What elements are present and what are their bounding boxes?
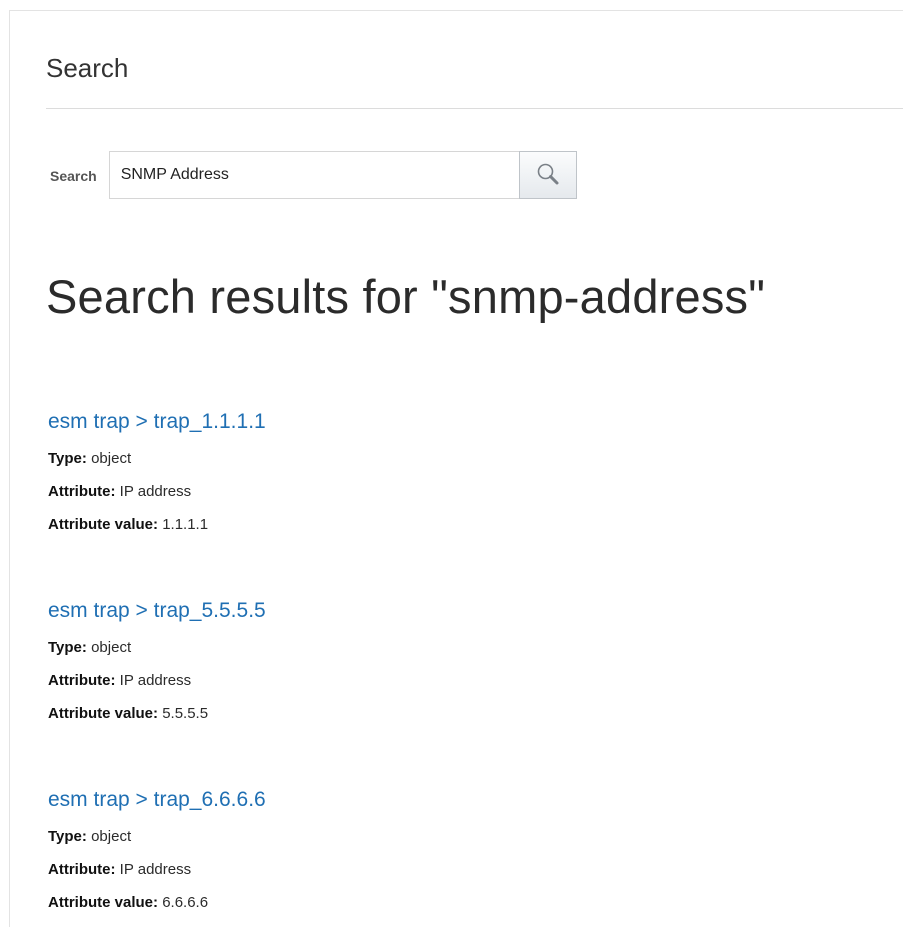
attribute-value: IP address <box>119 672 192 689</box>
attribute-label: Attribute: <box>48 861 116 878</box>
attribute-value-value: 5.5.5.5 <box>162 705 209 722</box>
result-attribute: Attribute: IP address <box>48 475 848 508</box>
search-bar: Search <box>50 150 577 200</box>
result-type: Type: object <box>48 631 848 664</box>
result-type: Type: object <box>48 442 848 475</box>
result-attribute: Attribute: IP address <box>48 853 848 886</box>
attribute-value: IP address <box>119 861 192 878</box>
type-value: object <box>91 450 132 467</box>
attribute-value-label: Attribute value: <box>48 894 159 911</box>
results-heading: Search results for "snmp-address" <box>46 270 766 323</box>
type-label: Type: <box>48 450 87 467</box>
result-attribute-value: Attribute value: 5.5.5.5 <box>48 697 848 730</box>
attribute-value-value: 6.6.6.6 <box>162 894 209 911</box>
result-type: Type: object <box>48 820 848 853</box>
attribute-value: IP address <box>119 483 192 500</box>
result-link[interactable]: esm trap > trap_6.6.6.6 <box>48 786 848 814</box>
type-label: Type: <box>48 639 87 656</box>
type-value: object <box>91 639 132 656</box>
search-label: Search <box>50 168 97 184</box>
search-input[interactable] <box>108 151 519 199</box>
search-result: esm trap > trap_5.5.5.5 Type: object Att… <box>48 597 848 730</box>
search-result: esm trap > trap_6.6.6.6 Type: object Att… <box>48 786 848 919</box>
attribute-label: Attribute: <box>48 672 116 689</box>
attribute-value-value: 1.1.1.1 <box>162 516 209 533</box>
result-attribute: Attribute: IP address <box>48 664 848 697</box>
result-link[interactable]: esm trap > trap_5.5.5.5 <box>48 597 848 625</box>
search-icon <box>535 161 561 190</box>
search-button[interactable] <box>518 151 577 199</box>
title-divider <box>46 108 903 109</box>
panel-title: Search <box>46 53 129 83</box>
attribute-value-label: Attribute value: <box>48 516 159 533</box>
attribute-label: Attribute: <box>48 483 116 500</box>
result-attribute-value: Attribute value: 1.1.1.1 <box>48 508 848 541</box>
result-attribute-value: Attribute value: 6.6.6.6 <box>48 886 848 919</box>
search-panel: Search Search Search results for "snmp-a… <box>9 10 903 927</box>
type-value: object <box>91 828 132 845</box>
attribute-value-label: Attribute value: <box>48 705 159 722</box>
type-label: Type: <box>48 828 87 845</box>
search-result: esm trap > trap_1.1.1.1 Type: object Att… <box>48 408 848 541</box>
result-link[interactable]: esm trap > trap_1.1.1.1 <box>48 408 848 436</box>
